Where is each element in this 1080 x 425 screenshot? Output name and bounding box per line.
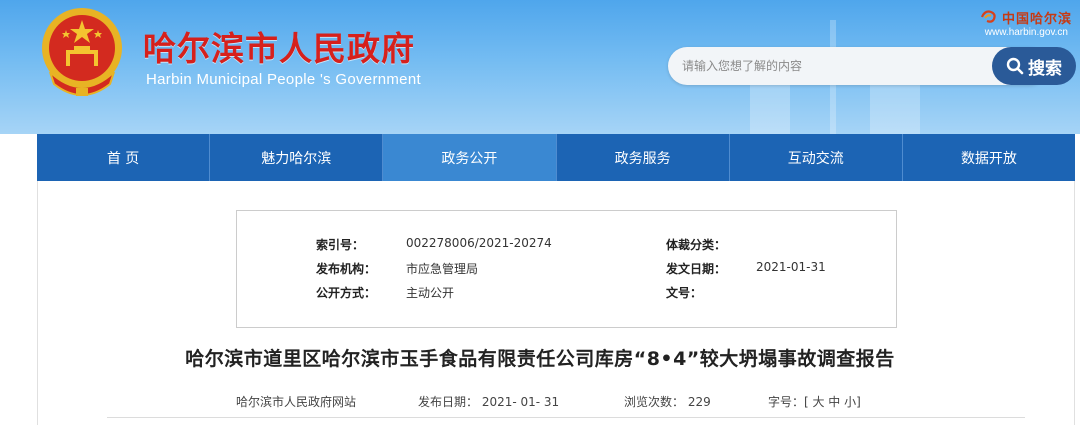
site-title-en: Harbin Municipal People 's Government — [146, 71, 421, 88]
article-publish-date: 发布日期： 2021- 01- 31 — [418, 395, 560, 409]
font-size-control[interactable]: 字号：[ 大 中 小] — [768, 393, 861, 410]
nav-item-charm-harbin[interactable]: 魅力哈尔滨 — [210, 134, 384, 181]
search-button-label: 搜索 — [1028, 58, 1062, 79]
publicity-value: 主动公开 — [406, 286, 455, 300]
publicity-label: 公开方式： — [316, 286, 377, 300]
publisher-value: 市应急管理局 — [406, 262, 479, 276]
nav-item-open-data[interactable]: 数据开放 — [903, 134, 1075, 181]
article-source: 哈尔滨市人民政府网站 — [236, 395, 357, 409]
article-views: 浏览次数： 229 — [624, 395, 711, 409]
harbin-brand-logo[interactable]: 中国哈尔滨 — [979, 6, 1072, 28]
index-value: 002278006/2021-20274 — [406, 236, 552, 250]
nav-item-interaction[interactable]: 互动交流 — [730, 134, 903, 181]
article-title: 哈尔滨市道里区哈尔滨市玉手食品有限责任公司库房“8•4”较大坍塌事故调查报告 — [185, 348, 895, 370]
nav-item-government-services[interactable]: 政务服务 — [557, 134, 730, 181]
brand-url: www.harbin.gov.cn — [984, 27, 1068, 38]
index-label: 索引号： — [316, 238, 365, 252]
doc-no-label: 文号： — [666, 286, 703, 300]
search-icon — [1006, 57, 1024, 75]
swirl-logo-icon — [980, 10, 996, 23]
brand-text: 中国哈尔滨 — [1001, 11, 1072, 27]
category-label: 体裁分类： — [666, 238, 727, 252]
meta-divider — [107, 417, 1025, 418]
search-input[interactable] — [668, 47, 988, 85]
national-emblem-icon — [42, 8, 122, 96]
nav-item-government-affairs[interactable]: 政务公开 — [383, 134, 557, 181]
search-box — [668, 47, 1048, 85]
date-value: 2021-01-31 — [756, 260, 826, 274]
main-nav: 首 页 魅力哈尔滨 政务公开 政务服务 互动交流 数据开放 — [37, 134, 1075, 181]
publisher-label: 发布机构： — [316, 262, 377, 276]
site-title-cn[interactable]: 哈尔滨市人民政府 — [143, 22, 415, 70]
date-label: 发文日期： — [666, 262, 727, 276]
search-button[interactable]: 搜索 — [992, 47, 1076, 85]
nav-item-home[interactable]: 首 页 — [37, 134, 211, 181]
